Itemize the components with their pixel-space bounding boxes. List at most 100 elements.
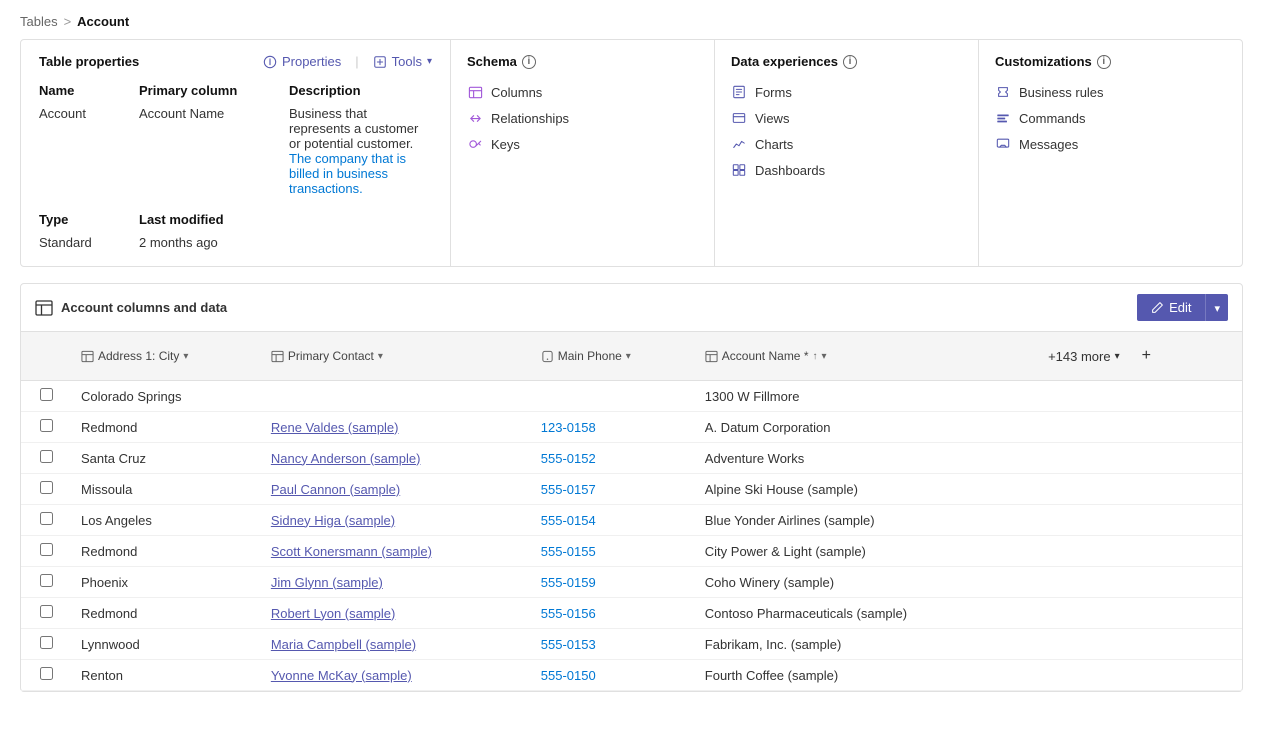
row-checkbox[interactable]: [21, 381, 71, 412]
phone-sort-chevron: ▾: [626, 351, 631, 362]
properties-button[interactable]: Properties: [263, 54, 341, 69]
more-columns-button[interactable]: +143 more ▾: [1036, 342, 1132, 371]
add-column-button[interactable]: +: [1132, 340, 1161, 372]
row-checkbox[interactable]: [21, 536, 71, 567]
table-properties-actions: Properties | Tools ▾: [263, 54, 432, 69]
schema-info-icon[interactable]: i: [522, 55, 536, 69]
relationships-link[interactable]: Relationships: [467, 105, 698, 131]
messages-link[interactable]: Messages: [995, 131, 1226, 157]
account-col-icon: [705, 350, 718, 363]
breadcrumb: Tables > Account: [0, 0, 1263, 39]
row-checkbox[interactable]: [21, 660, 71, 691]
data-experiences-title: Data experiences i: [731, 54, 962, 69]
customizations-panel: Customizations i Business rules Commands…: [979, 40, 1242, 266]
tools-icon: [373, 55, 387, 69]
keys-icon: [467, 136, 483, 152]
table-row: Santa CruzNancy Anderson (sample)555-015…: [21, 443, 1242, 474]
tools-chevron-icon: ▾: [427, 56, 432, 67]
col-header-city[interactable]: Address 1: City ▾: [71, 332, 261, 381]
cell-account: Adventure Works: [695, 443, 1026, 474]
cell-contact[interactable]: Scott Konersmann (sample): [261, 536, 531, 567]
cell-account: Fourth Coffee (sample): [695, 660, 1026, 691]
last-modified-label: Last modified: [139, 210, 289, 229]
primary-column-value: Account Name: [139, 104, 289, 198]
cell-contact[interactable]: Jim Glynn (sample): [261, 567, 531, 598]
data-experiences-panel: Data experiences i Forms Views Charts: [715, 40, 979, 266]
cell-account: Alpine Ski House (sample): [695, 474, 1026, 505]
cell-contact[interactable]: Rene Valdes (sample): [261, 412, 531, 443]
cell-contact[interactable]: Paul Cannon (sample): [261, 474, 531, 505]
cell-contact[interactable]: Robert Lyon (sample): [261, 598, 531, 629]
row-checkbox[interactable]: [21, 505, 71, 536]
edit-chevron-icon: ▾: [1214, 303, 1220, 315]
col-header-contact[interactable]: Primary Contact ▾: [261, 332, 531, 381]
forms-icon: [731, 84, 747, 100]
description-link[interactable]: The company that is billed in business t…: [289, 151, 406, 196]
cell-phone: 555-0155: [531, 536, 695, 567]
table-row: RedmondRobert Lyon (sample)555-0156Conto…: [21, 598, 1242, 629]
cell-phone: 555-0152: [531, 443, 695, 474]
breadcrumb-separator: >: [64, 14, 72, 29]
keys-link[interactable]: Keys: [467, 131, 698, 157]
row-checkbox[interactable]: [21, 629, 71, 660]
col-header-account[interactable]: Account Name * ↑ ▾: [695, 332, 1026, 381]
cell-city: Colorado Springs: [71, 381, 261, 412]
table-properties-grid: Name Primary column Description Account …: [39, 81, 432, 252]
data-table-wrap: Address 1: City ▾ Primary Contact ▾: [21, 332, 1242, 691]
table-properties-header: Table properties Properties | Tools ▾: [39, 54, 432, 69]
customizations-title: Customizations i: [995, 54, 1226, 69]
contact-sort-chevron: ▾: [378, 351, 383, 362]
cell-phone: [531, 381, 695, 412]
type-value: Standard: [39, 233, 139, 252]
row-checkbox[interactable]: [21, 443, 71, 474]
dashboards-link[interactable]: Dashboards: [731, 157, 962, 183]
dashboards-icon: [731, 162, 747, 178]
data-table: Address 1: City ▾ Primary Contact ▾: [21, 332, 1242, 691]
views-icon: [731, 110, 747, 126]
table-row: MissoulaPaul Cannon (sample)555-0157Alpi…: [21, 474, 1242, 505]
commands-icon: [995, 110, 1011, 126]
business-rules-link[interactable]: Business rules: [995, 79, 1226, 105]
cell-account: Fabrikam, Inc. (sample): [695, 629, 1026, 660]
tools-button[interactable]: Tools ▾: [373, 54, 432, 69]
breadcrumb-current: Account: [77, 14, 129, 29]
row-checkbox[interactable]: [21, 567, 71, 598]
columns-link[interactable]: Columns: [467, 79, 698, 105]
messages-icon: [995, 136, 1011, 152]
row-checkbox[interactable]: [21, 412, 71, 443]
edit-icon: [1151, 301, 1164, 314]
cell-contact[interactable]: Maria Campbell (sample): [261, 629, 531, 660]
table-row: LynnwoodMaria Campbell (sample)555-0153F…: [21, 629, 1242, 660]
cell-contact[interactable]: Sidney Higa (sample): [261, 505, 531, 536]
cell-phone: 555-0159: [531, 567, 695, 598]
cell-account: Contoso Pharmaceuticals (sample): [695, 598, 1026, 629]
commands-link[interactable]: Commands: [995, 105, 1226, 131]
cell-contact[interactable]: Nancy Anderson (sample): [261, 443, 531, 474]
forms-link[interactable]: Forms: [731, 79, 962, 105]
customizations-info-icon[interactable]: i: [1097, 55, 1111, 69]
row-checkbox[interactable]: [21, 598, 71, 629]
table-row: RedmondRene Valdes (sample)123-0158A. Da…: [21, 412, 1242, 443]
cell-account: City Power & Light (sample): [695, 536, 1026, 567]
description-text: Business that represents a customer or p…: [289, 104, 432, 198]
cell-city: Los Angeles: [71, 505, 261, 536]
city-col-icon: [81, 350, 94, 363]
business-rules-icon: [995, 84, 1011, 100]
cell-contact[interactable]: Yvonne McKay (sample): [261, 660, 531, 691]
edit-button[interactable]: Edit: [1137, 294, 1205, 321]
edit-chevron-button[interactable]: ▾: [1205, 294, 1228, 321]
cell-account: Blue Yonder Airlines (sample): [695, 505, 1026, 536]
col-header-phone[interactable]: Main Phone ▾: [531, 332, 695, 381]
type-label: Type: [39, 210, 139, 229]
row-checkbox[interactable]: [21, 474, 71, 505]
charts-link[interactable]: Charts: [731, 131, 962, 157]
columns-icon: [467, 84, 483, 100]
data-exp-info-icon[interactable]: i: [843, 55, 857, 69]
breadcrumb-tables-link[interactable]: Tables: [20, 14, 58, 29]
last-modified-value: 2 months ago: [139, 233, 289, 252]
table-row: PhoenixJim Glynn (sample)555-0159Coho Wi…: [21, 567, 1242, 598]
data-section-title: Account columns and data: [35, 299, 227, 317]
views-link[interactable]: Views: [731, 105, 962, 131]
cell-city: Redmond: [71, 598, 261, 629]
primary-column-label: Primary column: [139, 81, 289, 100]
